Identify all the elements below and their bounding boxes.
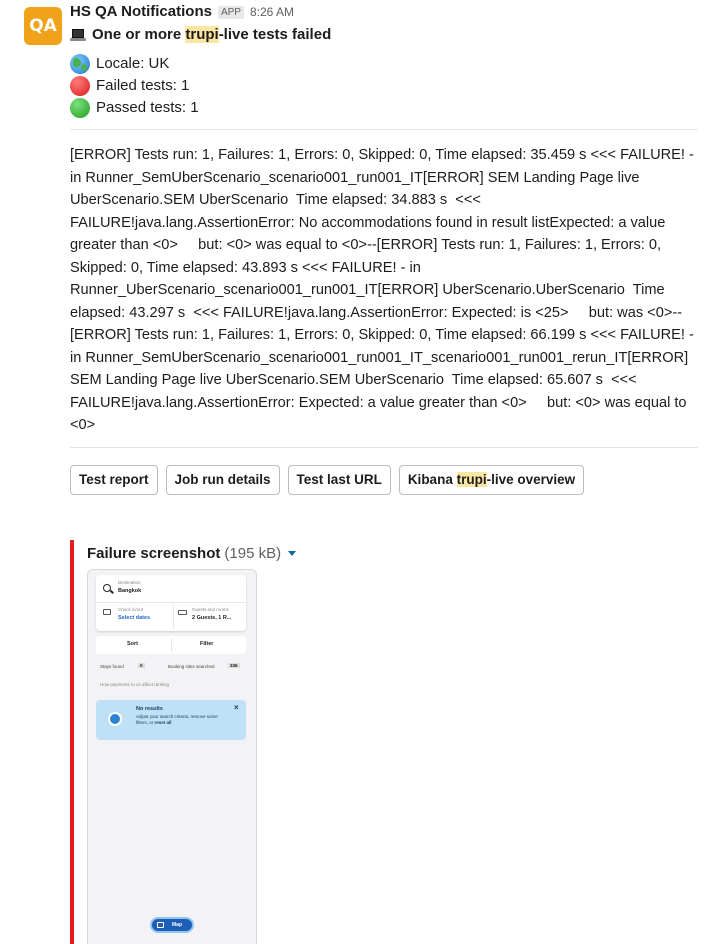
message: HS QA Notifications APP 8:26 AM One or m… [70, 3, 700, 495]
failed-text: Failed tests: 1 [96, 77, 190, 94]
failure-screenshot-attachment: Failure screenshot (195 kB) Destination … [70, 540, 470, 944]
red-circle-icon [70, 76, 90, 96]
filter-button: Filter [200, 641, 214, 647]
attachment-name: Failure screenshot [87, 544, 221, 562]
locale-text: Locale: UK [96, 55, 170, 72]
message-title: One or more trupi-live tests failed [70, 26, 700, 43]
status-locale: Locale: UK [70, 53, 700, 75]
green-circle-icon [70, 98, 90, 118]
screenshot-thumbnail[interactable]: Destination Bangkok Check in/out Select … [87, 569, 257, 944]
map-button: Map [150, 917, 194, 933]
test-last-url-button[interactable]: Test last URL [287, 464, 391, 495]
bed-icon [178, 610, 187, 615]
calendar-icon [103, 609, 111, 615]
close-icon: × [234, 703, 239, 712]
sort-button: Sort [127, 641, 138, 647]
status-failed: Failed tests: 1 [70, 75, 700, 97]
title-highlight: trupi [185, 26, 219, 43]
passed-text: Passed tests: 1 [96, 99, 199, 116]
message-header: HS QA Notifications APP 8:26 AM [70, 3, 700, 23]
status-passed: Passed tests: 1 [70, 97, 700, 119]
sort-filter-bar: Sort Filter [96, 636, 246, 654]
map-icon [157, 922, 164, 928]
divider [70, 129, 698, 130]
divider [70, 446, 698, 448]
attachment-title[interactable]: Failure screenshot (195 kB) [87, 540, 470, 564]
app-badge: APP [217, 6, 244, 19]
sender-name[interactable]: HS QA Notifications [70, 3, 212, 20]
search-card: Destination Bangkok Check in/out Select … [96, 575, 246, 631]
chevron-down-icon[interactable] [288, 550, 297, 556]
attachment-size: (195 kB) [224, 544, 282, 562]
globe-icon [70, 54, 90, 74]
no-results-box: No results Adjust your search criteria, … [96, 700, 246, 740]
kibana-overview-button[interactable]: Kibana trupi -live overview [398, 464, 585, 495]
test-report-button[interactable]: Test report [70, 464, 158, 495]
action-buttons: Test report Job run details Test last UR… [70, 464, 700, 495]
error-log: [ERROR] Tests run: 1, Failures: 1, Error… [70, 147, 698, 433]
timestamp[interactable]: 8:26 AM [250, 5, 294, 19]
avatar[interactable]: QA [24, 7, 62, 45]
status-block: Locale: UK Failed tests: 1 Passed tests:… [70, 53, 700, 119]
job-run-details-button[interactable]: Job run details [165, 464, 280, 495]
title-text: One or more trupi-live tests failed [92, 26, 332, 43]
info-icon [108, 712, 122, 726]
search-icon [103, 584, 111, 592]
laptop-icon [70, 28, 86, 41]
